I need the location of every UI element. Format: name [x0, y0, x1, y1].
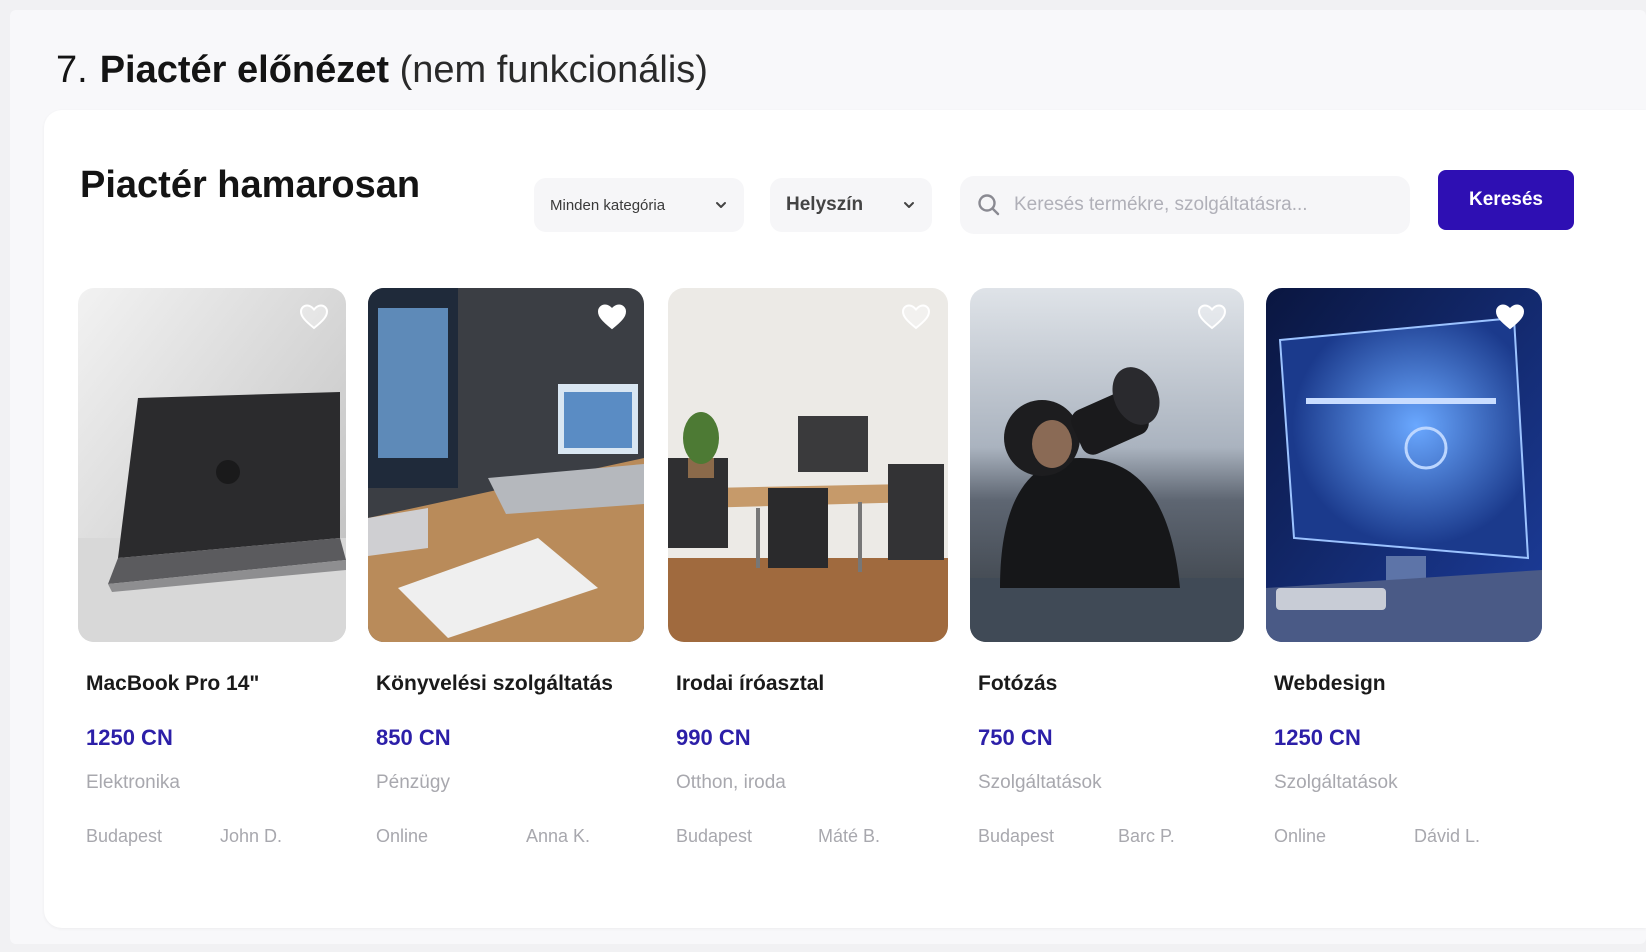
product-location: Budapest [676, 826, 753, 846]
category-dropdown-label: Minden kategória [550, 196, 666, 214]
laptop-photo [78, 288, 346, 642]
product-price: 850 CN [376, 725, 451, 750]
section-title: Piactér előnézet [99, 49, 390, 91]
office-room-photo [668, 288, 948, 642]
chevron-down-icon [904, 202, 914, 208]
product-image [368, 288, 644, 642]
heart-icon[interactable] [1496, 304, 1524, 330]
search-box[interactable] [960, 176, 1410, 234]
product-location: Online [1274, 826, 1327, 846]
product-price: 990 CN [676, 725, 751, 750]
monitor-photo [1266, 288, 1542, 642]
product-title: MacBook Pro 14" [86, 672, 260, 695]
product-price: 750 CN [978, 725, 1053, 750]
product-image [668, 288, 948, 642]
product-category: Szolgáltatások [978, 772, 1102, 793]
product-title: Fotózás [978, 672, 1058, 695]
location-dropdown[interactable]: Helyszín [770, 178, 932, 232]
product-image [970, 288, 1244, 642]
heart-icon[interactable] [902, 304, 930, 330]
product-image [1266, 288, 1542, 642]
location-dropdown-label: Helyszín [786, 194, 864, 215]
product-seller: Dávid L. [1414, 826, 1481, 846]
section-heading: 7. Piactér előnézet (nem funkcionális) [56, 44, 708, 96]
product-seller: John D. [220, 826, 283, 846]
product-category: Pénzügy [376, 772, 450, 793]
product-category: Elektronika [86, 772, 180, 793]
marketplace-title: Piactér hamarosan [80, 164, 421, 206]
product-location: Online [376, 826, 429, 846]
product-seller: Anna K. [526, 826, 591, 846]
page: 7. Piactér előnézet (nem funkcionális) Pi… [10, 10, 1646, 944]
product-category: Otthon, iroda [676, 772, 786, 793]
product-title: Irodai íróasztal [676, 672, 825, 695]
heart-icon[interactable] [300, 304, 328, 330]
heart-icon[interactable] [1198, 304, 1226, 330]
product-location: Budapest [86, 826, 163, 846]
search-icon [978, 194, 1000, 216]
section-number: 7. [56, 49, 88, 91]
marketplace-card: Piactér hamarosan Minden kategória Helys… [44, 110, 1646, 928]
product-seller: Máté B. [818, 826, 881, 846]
section-note: (nem funkcionális) [399, 49, 708, 91]
product-title: Könyvelési szolgáltatás [376, 672, 613, 695]
product-title: Webdesign [1274, 672, 1386, 695]
product-image [78, 288, 346, 642]
category-dropdown[interactable]: Minden kategória [534, 178, 744, 232]
search-button[interactable]: Keresés [1438, 170, 1574, 230]
photographer-photo [970, 288, 1244, 642]
chevron-down-icon [716, 202, 726, 208]
office-desk-photo [368, 288, 644, 642]
heart-icon[interactable] [598, 304, 626, 330]
product-location: Budapest [978, 826, 1055, 846]
product-category: Szolgáltatások [1274, 772, 1398, 793]
product-price: 1250 CN [86, 725, 173, 750]
product-seller: Barc P. [1118, 826, 1175, 846]
product-price: 1250 CN [1274, 725, 1361, 750]
search-input[interactable] [1014, 194, 1394, 216]
